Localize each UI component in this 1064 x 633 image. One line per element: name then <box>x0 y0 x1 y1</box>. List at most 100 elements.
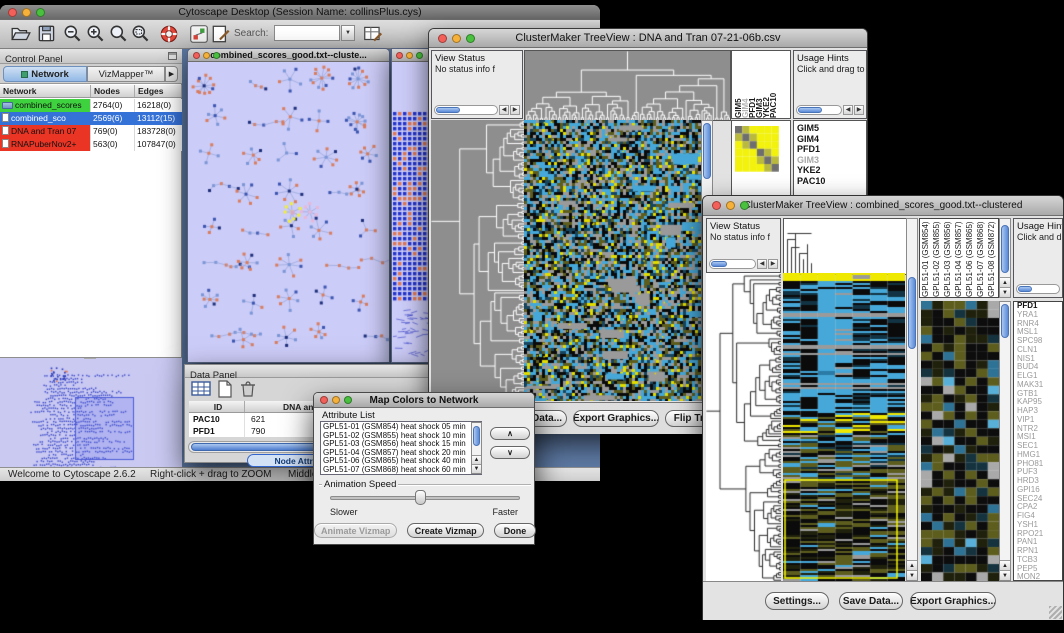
tv1-heatmap[interactable] <box>524 120 701 401</box>
tab-network[interactable]: Network <box>3 66 87 82</box>
column-label[interactable]: GPL51-03 (GSM856) <box>943 219 954 297</box>
tv2-column-dendrogram[interactable] <box>783 218 907 275</box>
zoom-window-icon[interactable] <box>344 396 352 404</box>
column-label[interactable]: GPL51-04 (GSM857) <box>954 219 965 297</box>
network-canvas-2[interactable] <box>392 62 432 362</box>
column-label[interactable]: GPL51-06 (GSM865) <box>965 219 976 297</box>
network-table-row[interactable]: DNA and Tran 07 769(0) 183728(0) <box>0 125 182 138</box>
resize-grip[interactable] <box>1049 606 1062 619</box>
annotation-icon[interactable] <box>210 23 232 45</box>
network-table-row[interactable]: combined_scores 2764(0) 16218(0) <box>0 99 182 112</box>
close-icon[interactable] <box>193 52 200 59</box>
gene-label[interactable]: PAC10 <box>794 176 866 187</box>
attribute-table-icon[interactable] <box>362 23 384 45</box>
treeview2-titlebar[interactable]: ClusterMaker TreeView : combined_scores_… <box>703 196 1063 216</box>
scroll-up-icon[interactable]: ▲ <box>1000 277 1010 287</box>
table-grid-icon[interactable] <box>191 381 211 397</box>
network-overview-canvas[interactable] <box>1 359 181 467</box>
delete-attribute-icon[interactable] <box>239 380 257 398</box>
zoom-in-icon[interactable] <box>85 23 107 45</box>
vscroll-thumb[interactable] <box>908 277 916 349</box>
tv1-hints-scrollbar[interactable]: ◀ ▶ <box>796 104 864 116</box>
tv2-row-dendrogram[interactable] <box>706 273 781 581</box>
new-attribute-icon[interactable] <box>217 380 233 398</box>
scroll-left-icon[interactable]: ◀ <box>499 105 509 115</box>
gene-label[interactable]: GIM5 <box>794 123 866 134</box>
close-icon[interactable] <box>8 8 17 17</box>
tv1-similarity-heatmap[interactable] <box>735 126 779 172</box>
tab-vizmapper[interactable]: VizMapper™ <box>87 66 165 82</box>
tv2-zoom-vscrollbar[interactable]: ▲ ▼ <box>999 301 1011 581</box>
minimize-icon[interactable] <box>406 52 413 59</box>
more-tabs-button[interactable]: ▶ <box>165 66 178 82</box>
scroll-up-icon[interactable]: ▲ <box>472 455 481 464</box>
scroll-left-icon[interactable]: ◀ <box>843 105 853 115</box>
vscroll-thumb[interactable] <box>1001 225 1009 273</box>
column-label[interactable]: GPL51-08 (GSM872) <box>987 219 998 297</box>
scroll-up-icon[interactable]: ▲ <box>907 560 917 570</box>
column-label[interactable]: GPL51-01 (GSM854) <box>921 219 932 297</box>
float-panel-icon[interactable] <box>168 52 177 60</box>
zoom-window-icon[interactable] <box>740 201 749 210</box>
gene-label[interactable]: MON2 <box>1014 573 1062 581</box>
tv2-zoom-heatmap[interactable] <box>921 301 999 581</box>
move-up-button[interactable]: ∧ <box>490 427 530 440</box>
search-input[interactable] <box>274 25 340 41</box>
dialog-button[interactable]: Done <box>494 523 536 538</box>
scroll-down-icon[interactable]: ▼ <box>907 570 917 580</box>
network-canvas[interactable] <box>188 62 389 362</box>
tv1-status-scrollbar[interactable]: ◀ ▶ <box>434 104 520 116</box>
gene-label[interactable]: YKE2 <box>794 165 866 176</box>
column-label[interactable]: GIM3 <box>755 51 762 118</box>
zoom-window-icon[interactable] <box>416 52 423 59</box>
dialog-titlebar[interactable]: Map Colors to Network <box>314 393 534 408</box>
tv2-collabel-vscrollbar[interactable]: ▲ ▼ <box>999 218 1011 298</box>
column-label[interactable]: YKE2 <box>762 51 769 118</box>
close-icon[interactable] <box>320 396 328 404</box>
minimize-icon[interactable] <box>332 396 340 404</box>
column-label[interactable]: GIM4 <box>741 51 748 118</box>
close-icon[interactable] <box>712 201 721 210</box>
tv1-export-graphics-button[interactable]: Export Graphics... <box>573 410 659 427</box>
vscroll-thumb[interactable] <box>703 123 711 179</box>
gene-label[interactable]: PFD1 <box>794 144 866 155</box>
zoom-window-icon[interactable] <box>36 8 45 17</box>
tv2-main-vscrollbar[interactable]: ▲ ▼ <box>906 218 918 581</box>
zoom-window-icon[interactable] <box>466 34 475 43</box>
save-icon[interactable] <box>36 23 58 45</box>
minimize-icon[interactable] <box>452 34 461 43</box>
minimize-icon[interactable] <box>203 52 210 59</box>
scroll-down-icon[interactable]: ▼ <box>1000 570 1010 580</box>
column-label[interactable]: GPL51-02 (GSM855) <box>932 219 943 297</box>
column-label[interactable]: PAC10 <box>769 51 776 118</box>
dialog-button[interactable]: Create Vizmap <box>407 523 484 538</box>
scroll-right-icon[interactable]: ▶ <box>854 105 864 115</box>
open-file-icon[interactable] <box>10 23 32 45</box>
minimize-icon[interactable] <box>726 201 735 210</box>
vizmap-icon[interactable] <box>188 23 210 45</box>
move-down-button[interactable]: ∨ <box>490 446 530 459</box>
zoom-selected-icon[interactable] <box>130 23 152 45</box>
column-label[interactable]: GIM5 <box>734 51 741 118</box>
scroll-left-icon[interactable]: ◀ <box>757 259 767 269</box>
main-titlebar[interactable]: Cytoscape Desktop (Session Name: collins… <box>0 5 600 20</box>
zoom-fit-icon[interactable] <box>108 23 130 45</box>
zoom-out-icon[interactable] <box>62 23 84 45</box>
tv1-column-dendrogram[interactable] <box>524 50 731 121</box>
gene-label[interactable]: GIM3 <box>794 155 866 166</box>
tv1-row-dendrogram[interactable] <box>431 120 524 401</box>
scroll-right-icon[interactable]: ▶ <box>510 105 520 115</box>
vscroll-thumb[interactable] <box>473 426 480 446</box>
attribute-item[interactable]: GPL51-07 (GSM868) heat shock 60 min <box>321 466 481 475</box>
gene-label[interactable]: GIM4 <box>794 134 866 145</box>
treeview1-titlebar[interactable]: ClusterMaker TreeView : DNA and Tran 07-… <box>429 29 867 48</box>
tv2-save-data-button[interactable]: Save Data... <box>839 592 903 610</box>
minimize-icon[interactable] <box>22 8 31 17</box>
vscroll-thumb[interactable] <box>1001 304 1009 338</box>
dialog-button[interactable]: Animate Vizmap <box>314 523 397 538</box>
scroll-up-icon[interactable]: ▲ <box>1000 560 1010 570</box>
tv2-hints-scrollbar[interactable] <box>1016 283 1060 295</box>
network-view-titlebar[interactable]: combined_scores_good.txt--cluste... <box>188 49 389 62</box>
scroll-right-icon[interactable]: ▶ <box>768 259 778 269</box>
tv2-settings-button[interactable]: Settings... <box>765 592 829 610</box>
